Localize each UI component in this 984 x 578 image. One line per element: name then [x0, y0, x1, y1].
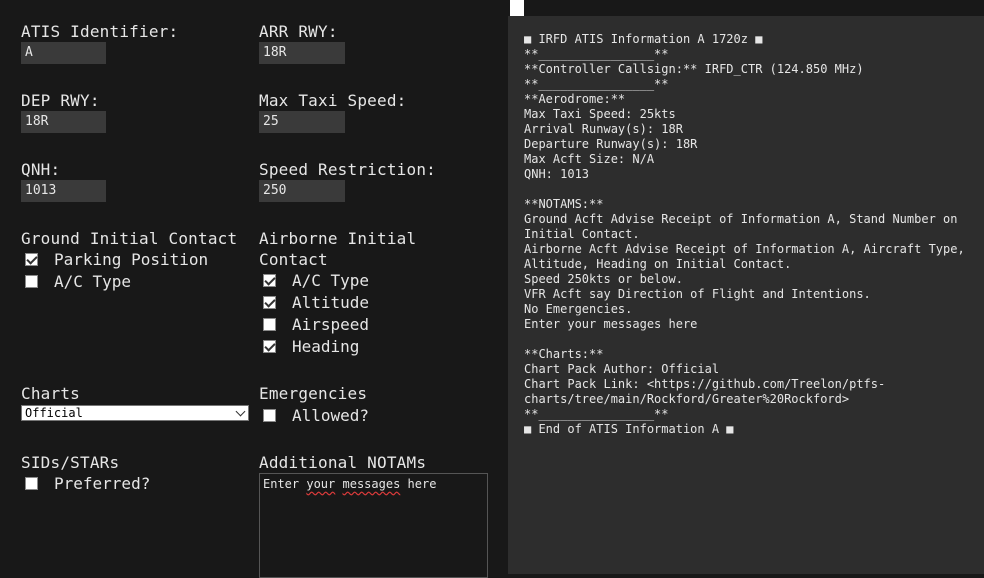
scroll-marker [510, 0, 524, 16]
airborne-ac-type-label: A/C Type [292, 271, 370, 290]
atis-form-panel: ATIS Identifier: A ARR RWY: 18R DEP RWY:… [0, 0, 508, 578]
output-line: Departure Runway(s): 18R [524, 137, 698, 151]
output-line: Max Acft Size: N/A [524, 152, 655, 166]
output-line: **________________** [524, 407, 669, 421]
qnh-label: QNH: [21, 160, 61, 179]
notams-text-part: here [400, 477, 437, 491]
output-line: ■ IRFD ATIS Information A 1720z ■ [524, 32, 763, 46]
dep-rwy-label: DEP RWY: [21, 91, 100, 110]
emergencies-label: Emergencies [259, 384, 368, 403]
output-line: Max Taxi Speed: 25kts [524, 107, 676, 121]
additional-notams-label: Additional NOTAMs [259, 453, 427, 472]
speed-restriction-label: Speed Restriction: [259, 160, 436, 179]
charts-selected-value: Official [25, 406, 83, 420]
output-line: VFR Acft say Direction of Flight and Int… [524, 287, 871, 301]
heading-label: Heading [292, 337, 360, 356]
max-taxi-speed-label: Max Taxi Speed: [259, 91, 407, 110]
parking-position-label: Parking Position [54, 250, 209, 269]
notams-text-misspelled: messages [342, 477, 401, 491]
speed-restriction-input[interactable]: 250 [259, 180, 345, 202]
output-line: **________________** [524, 47, 669, 61]
ground-ac-type-label: A/C Type [54, 272, 132, 291]
output-line: **NOTAMS:** [524, 197, 604, 211]
chevron-down-icon [235, 406, 246, 417]
altitude-label: Altitude [292, 293, 370, 312]
output-line: **Charts:** [524, 347, 604, 361]
output-line: Enter your messages here [524, 317, 698, 331]
airborne-ac-type-checkbox[interactable] [263, 274, 276, 287]
output-line: Ground Acft Advise Receipt of Informatio… [524, 212, 965, 241]
sids-stars-preferred-checkbox[interactable] [25, 477, 38, 490]
charts-select[interactable]: Official [21, 405, 249, 421]
arr-rwy-input[interactable]: 18R [259, 42, 345, 64]
additional-notams-textarea[interactable]: Enter your messages here [259, 473, 488, 578]
notams-text-part: Enter [263, 477, 307, 491]
sids-stars-label: SIDs/STARs [21, 453, 120, 472]
heading-checkbox[interactable] [263, 340, 276, 353]
output-line: Speed 250kts or below. [524, 272, 683, 286]
notams-text-misspelled: your [306, 477, 336, 491]
airborne-initial-contact-label: Airborne Initial [259, 229, 417, 248]
atis-identifier-label: ATIS Identifier: [21, 22, 179, 41]
charts-label: Charts [21, 384, 80, 403]
airborne-initial-contact-label-cont: Contact [259, 250, 328, 269]
emergencies-allowed-checkbox[interactable] [263, 409, 276, 422]
output-line: Airborne Acft Advise Receipt of Informat… [524, 242, 972, 271]
sids-stars-preferred-label: Preferred? [54, 474, 151, 493]
atis-identifier-input[interactable]: A [21, 42, 106, 64]
airspeed-label: Airspeed [292, 315, 370, 334]
max-taxi-speed-input[interactable]: 25 [259, 111, 345, 133]
output-top-strip [508, 0, 984, 16]
atis-output-text: ■ IRFD ATIS Information A 1720z ■ **_____… [524, 32, 976, 437]
emergencies-allowed-label: Allowed? [292, 406, 370, 425]
arr-rwy-label: ARR RWY: [259, 22, 338, 41]
ground-initial-contact-label: Ground Initial Contact [21, 229, 238, 248]
output-line: **Controller Callsign:** IRFD_CTR (124.8… [524, 62, 864, 76]
output-line: Chart Pack Author: Official [524, 362, 720, 376]
qnh-input[interactable]: 1013 [21, 180, 106, 202]
airspeed-checkbox[interactable] [263, 318, 276, 331]
output-line: Arrival Runway(s): 18R [524, 122, 683, 136]
output-line: ■ End of ATIS Information A ■ [524, 422, 734, 436]
output-line: **________________** [524, 77, 669, 91]
notams-text-part [335, 477, 342, 491]
parking-position-checkbox[interactable] [25, 253, 38, 266]
dep-rwy-input[interactable]: 18R [21, 111, 106, 133]
output-line: **Aerodrome:** [524, 92, 626, 106]
output-line: Chart Pack Link: <https://github.com/Tre… [524, 377, 886, 406]
altitude-checkbox[interactable] [263, 296, 276, 309]
output-line: No Emergencies. [524, 302, 633, 316]
output-line: QNH: 1013 [524, 167, 590, 181]
ground-ac-type-checkbox[interactable] [25, 275, 38, 288]
